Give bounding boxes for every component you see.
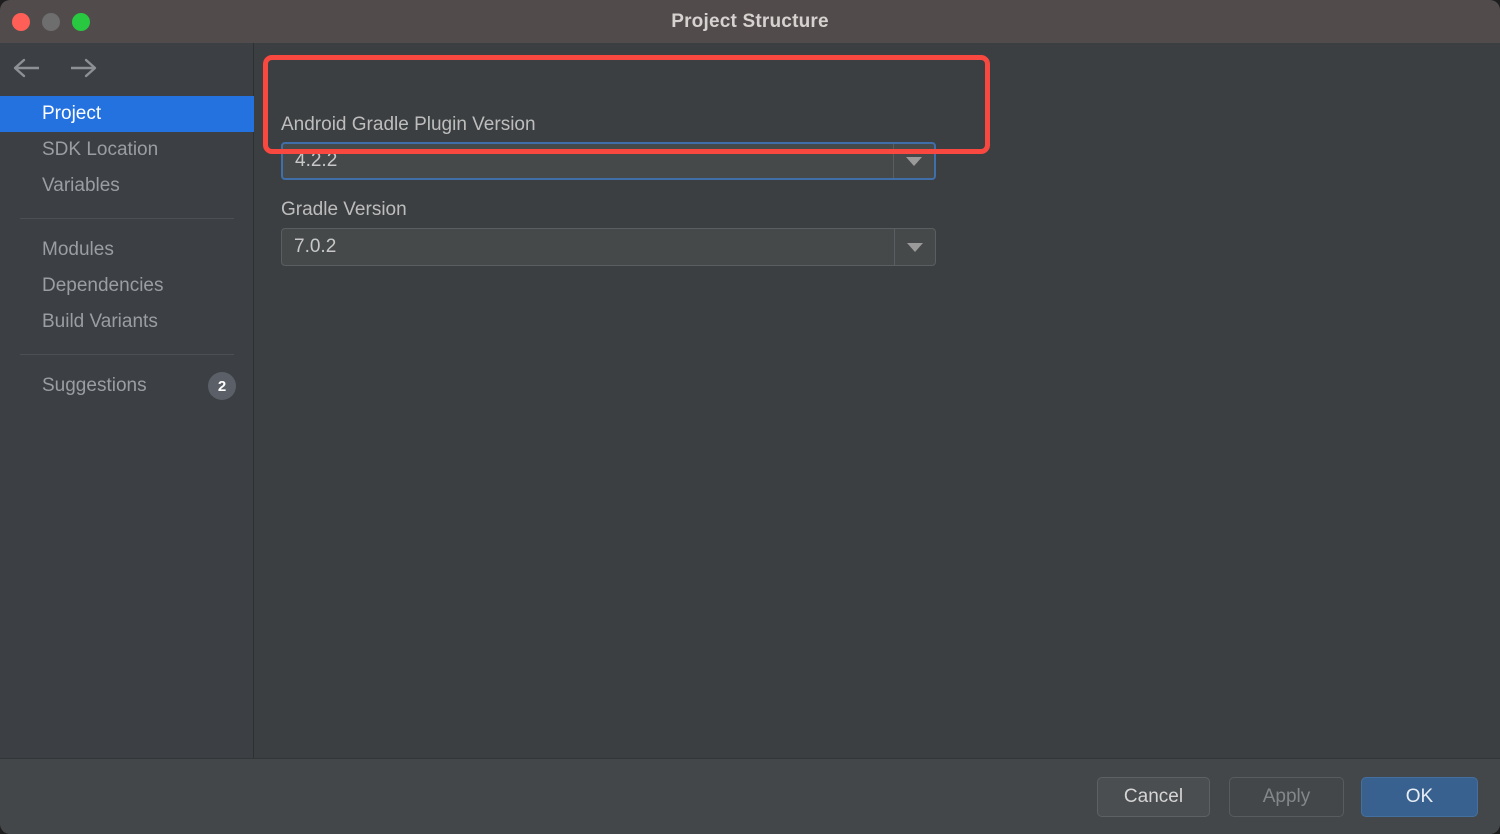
sidebar-item-label: Build Variants <box>42 311 158 332</box>
gradle-version-value: 7.0.2 <box>294 236 337 257</box>
navigation-buttons <box>10 51 100 85</box>
sidebar-item-suggestions[interactable]: Suggestions 2 <box>0 368 254 404</box>
sidebar-item-variables[interactable]: Variables <box>0 168 254 204</box>
sidebar-divider <box>0 340 254 368</box>
sidebar-nav-list: Project SDK Location Variables Modules D… <box>0 96 254 404</box>
sidebar-item-dependencies[interactable]: Dependencies <box>0 268 254 304</box>
sidebar: Project SDK Location Variables Modules D… <box>0 43 254 758</box>
gradle-version-label: Gradle Version <box>281 199 407 220</box>
project-structure-dialog: Project Structure Project SDK Location V… <box>0 0 1500 834</box>
sidebar-divider <box>0 204 254 232</box>
title-bar: Project Structure <box>0 0 1500 43</box>
sidebar-item-label: Modules <box>42 239 114 260</box>
sidebar-item-label: Dependencies <box>42 275 164 296</box>
window-title: Project Structure <box>671 11 829 32</box>
agp-version-value: 4.2.2 <box>295 150 338 171</box>
sidebar-item-project[interactable]: Project <box>0 96 254 132</box>
sidebar-item-label: Project <box>42 103 102 124</box>
chevron-down-icon[interactable] <box>894 229 935 265</box>
arrow-right-icon[interactable] <box>66 51 100 85</box>
cancel-button[interactable]: Cancel <box>1097 777 1210 817</box>
sidebar-item-label: Suggestions <box>42 375 147 396</box>
sidebar-item-label: Variables <box>42 175 120 196</box>
sidebar-item-modules[interactable]: Modules <box>0 232 254 268</box>
ok-button[interactable]: OK <box>1361 777 1478 817</box>
gradle-version-combobox[interactable]: 7.0.2 <box>281 228 936 266</box>
dialog-footer: Cancel Apply OK <box>0 758 1500 834</box>
main-content: Android Gradle Plugin Version 4.2.2 Grad… <box>255 43 1500 758</box>
sidebar-item-build-variants[interactable]: Build Variants <box>0 304 254 340</box>
suggestions-count-badge: 2 <box>208 372 236 400</box>
agp-version-combobox[interactable]: 4.2.2 <box>281 142 936 180</box>
arrow-left-icon[interactable] <box>10 51 44 85</box>
chevron-down-icon[interactable] <box>893 144 934 178</box>
apply-button[interactable]: Apply <box>1229 777 1344 817</box>
sidebar-item-sdk-location[interactable]: SDK Location <box>0 132 254 168</box>
sidebar-item-label: SDK Location <box>42 139 159 160</box>
agp-version-label: Android Gradle Plugin Version <box>281 114 536 135</box>
